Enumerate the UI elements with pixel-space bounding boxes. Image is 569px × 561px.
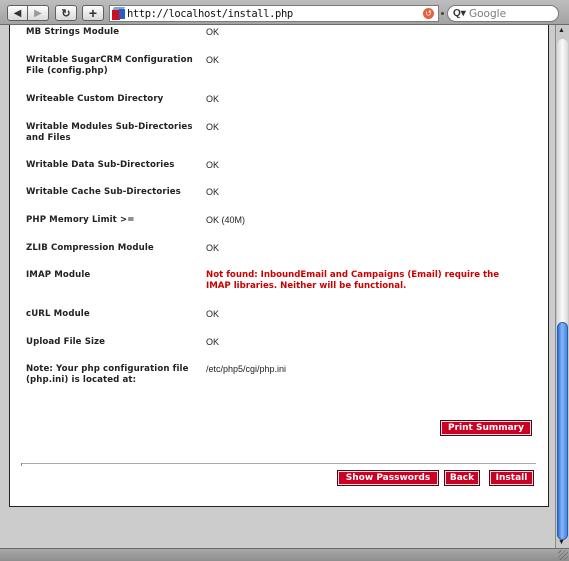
scroll-up-icon[interactable]: ▲ — [558, 27, 565, 34]
status-bar — [0, 548, 569, 561]
check-label: Writable Data Sub-Directories — [26, 160, 175, 170]
check-label: Writable SugarCRM Configuration File (co… — [26, 55, 193, 76]
install-button[interactable]: Install — [489, 470, 534, 486]
plus-icon: + — [88, 5, 98, 21]
url-text[interactable]: http://localhost/install.php — [127, 8, 293, 20]
back-button[interactable]: ◀ — [7, 5, 28, 21]
check-value: OK — [206, 122, 220, 132]
resize-grip-icon[interactable] — [558, 550, 568, 560]
vertical-scrollbar[interactable]: ▲ ▼ — [555, 25, 569, 548]
scrollbar-thumb[interactable] — [557, 322, 568, 540]
install-check-panel: MB Strings Module OK Writable SugarCRM C… — [9, 25, 549, 507]
check-value: OK — [206, 94, 220, 104]
site-favicon-icon — [111, 7, 126, 20]
divider — [21, 463, 536, 466]
check-label: MB Strings Module — [26, 27, 120, 37]
check-value: OK (40M) — [206, 215, 246, 225]
reload-icon: ↻ — [61, 7, 71, 20]
check-value: OK — [206, 337, 220, 347]
search-icon[interactable]: Q▾ — [453, 8, 469, 19]
search-input[interactable]: Q▾ Google — [447, 5, 559, 22]
check-label: PHP Memory Limit >= — [26, 215, 135, 225]
check-value: OK — [206, 160, 220, 170]
show-passwords-button[interactable]: Show Passwords — [337, 470, 439, 486]
forward-arrow-icon: ▶ — [34, 7, 42, 19]
snapback-icon[interactable]: ↺ — [423, 8, 434, 19]
browser-window: ◀ ▶ ↻ + http://localhost/install.php ↺ Q… — [0, 0, 569, 561]
check-label: cURL Module — [26, 309, 90, 319]
print-summary-button[interactable]: Print Summary — [440, 420, 532, 436]
php-ini-path: /etc/php5/cgi/php.ini — [206, 364, 287, 374]
back-arrow-icon: ◀ — [13, 7, 22, 19]
check-value: OK — [206, 309, 220, 319]
page-viewport: MB Strings Module OK Writable SugarCRM C… — [0, 25, 555, 548]
back-step-button[interactable]: Back — [444, 470, 480, 486]
check-label: Writable Cache Sub-Directories — [26, 187, 181, 197]
browser-toolbar: ◀ ▶ ↻ + http://localhost/install.php ↺ Q… — [0, 0, 569, 25]
address-bar[interactable]: http://localhost/install.php ↺ — [109, 5, 439, 22]
forward-button[interactable]: ▶ — [28, 5, 49, 21]
check-label: Note: Your php configuration file (php.i… — [26, 364, 189, 385]
check-label: Writeable Custom Directory — [26, 94, 164, 104]
check-label: ZLIB Compression Module — [26, 243, 154, 253]
check-value: OK — [206, 55, 220, 65]
check-error-message: Not found: InboundEmail and Campaigns (E… — [206, 270, 500, 291]
scroll-down-icon[interactable]: ▼ — [558, 539, 565, 546]
check-label: IMAP Module — [26, 270, 91, 280]
check-value: OK — [206, 27, 220, 37]
search-placeholder: Google — [469, 7, 507, 20]
reload-button[interactable]: ↻ — [55, 5, 77, 21]
toolbar-separator — [441, 12, 444, 15]
check-label: Writable Modules Sub-Directories and Fil… — [26, 122, 193, 143]
check-value: OK — [206, 243, 220, 253]
add-bookmark-button[interactable]: + — [82, 5, 104, 21]
check-label: Upload File Size — [26, 337, 106, 347]
check-value: OK — [206, 187, 220, 197]
